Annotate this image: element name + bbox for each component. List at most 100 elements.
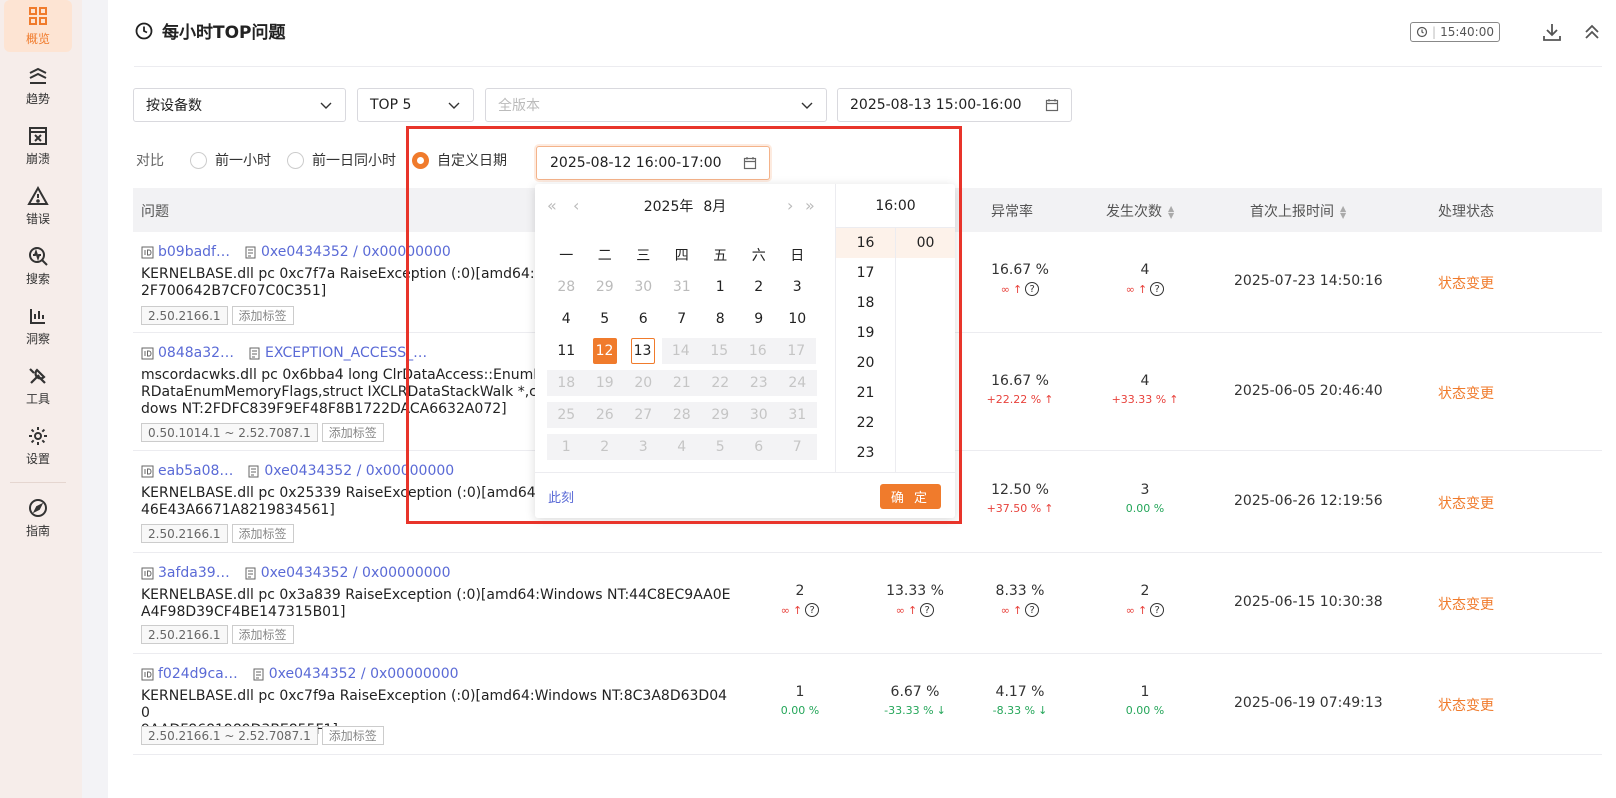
help-icon[interactable]: ?: [1150, 282, 1165, 296]
sidebar-item-overview[interactable]: 概览: [4, 0, 72, 52]
radio-prev-hour[interactable]: 前一小时: [190, 150, 271, 170]
prev-month-icon[interactable]: ‹: [573, 196, 579, 215]
sidebar-item-guide[interactable]: 指南: [4, 492, 72, 544]
minute-option-selected[interactable]: 00: [896, 228, 955, 258]
sidebar-item-search[interactable]: 搜索: [4, 240, 72, 292]
first-report-time: 2025-06-05 20:46:40: [1234, 383, 1383, 399]
day-cell[interactable]: 6: [624, 306, 663, 332]
help-icon[interactable]: ?: [1025, 603, 1040, 617]
day-cell[interactable]: 2: [740, 274, 779, 300]
status-change-link[interactable]: 状态变更: [1438, 594, 1494, 614]
hour-option[interactable]: 17: [836, 258, 895, 288]
radio-label: 自定义日期: [437, 153, 507, 169]
top-n-select[interactable]: TOP 5: [357, 88, 474, 122]
day-cell[interactable]: 1: [701, 274, 740, 300]
day-cell[interactable]: 4: [547, 306, 586, 332]
time-badge[interactable]: | 15:40:00: [1410, 22, 1500, 42]
add-tag-button[interactable]: 添加标签: [231, 524, 294, 543]
day-cell[interactable]: 8: [701, 306, 740, 332]
issue-code-link[interactable]: 0xe0434352 / 0x00000000: [261, 565, 451, 581]
hour-option-selected[interactable]: 16: [836, 228, 895, 258]
sort-icon[interactable]: ▲ ▼: [1168, 205, 1174, 220]
group-by-select[interactable]: 按设备数: [133, 88, 346, 122]
help-icon[interactable]: ?: [1025, 282, 1040, 296]
radio-custom-date[interactable]: 自定义日期: [412, 150, 507, 170]
day-cell-today[interactable]: 13: [630, 338, 655, 364]
issue-code-link[interactable]: 0xe0434352 / 0x00000000: [261, 244, 451, 260]
help-icon[interactable]: ?: [1150, 603, 1165, 617]
issue-id-link[interactable]: eab5a08…: [158, 463, 233, 479]
sidebar-divider: [10, 482, 66, 483]
date-range-input[interactable]: 2025-08-13 15:00-16:00: [837, 88, 1072, 122]
add-tag-button[interactable]: 添加标签: [231, 625, 294, 644]
status-change-link[interactable]: 状态变更: [1438, 493, 1494, 513]
issue-code-link[interactable]: EXCEPTION_ACCESS_…: [265, 345, 427, 361]
hour-option[interactable]: 20: [836, 348, 895, 378]
sidebar-item-tools[interactable]: 工具: [4, 360, 72, 412]
confirm-button[interactable]: 确 定: [880, 484, 941, 509]
next-month-icon[interactable]: ›: [787, 196, 793, 215]
issue-code-link[interactable]: 0xe0434352 / 0x00000000: [264, 463, 454, 479]
add-tag-button[interactable]: 添加标签: [321, 726, 384, 745]
day-cell[interactable]: 5: [586, 306, 625, 332]
sidebar-item-error[interactable]: 错误: [4, 180, 72, 232]
sidebar-item-crash[interactable]: 崩溃: [4, 120, 72, 172]
issue-title: 3afda39… 0xe0434352 / 0x00000000: [141, 565, 451, 581]
day-cell[interactable]: 10: [778, 306, 817, 332]
status-change-link[interactable]: 状态变更: [1438, 695, 1494, 715]
add-tag-button[interactable]: 添加标签: [231, 306, 294, 325]
day-cell[interactable]: 7: [663, 306, 702, 332]
collapse-icon[interactable]: [1580, 20, 1604, 44]
calendar-month[interactable]: 8月: [703, 196, 726, 216]
prev-year-icon[interactable]: «: [547, 196, 557, 215]
day-cell[interactable]: 29: [586, 274, 625, 300]
day-cell[interactable]: 11: [547, 338, 586, 364]
radio-prev-day-hour[interactable]: 前一日同小时: [287, 150, 396, 170]
header-first-report-label: 首次上报时间: [1250, 204, 1334, 220]
status-change-link[interactable]: 状态变更: [1438, 273, 1494, 293]
header-first-report[interactable]: 首次上报时间 ▲ ▼: [1250, 201, 1346, 221]
hour-option[interactable]: 23: [836, 438, 895, 468]
day-cell[interactable]: 31: [663, 274, 702, 300]
day-cell[interactable]: 9: [740, 306, 779, 332]
day-cell-disabled: 17: [777, 338, 816, 364]
issue-code-link[interactable]: 0xe0434352 / 0x00000000: [269, 666, 459, 682]
header-occurrences[interactable]: 发生次数 ▲ ▼: [1106, 201, 1174, 221]
sidebar-item-trend[interactable]: 趋势: [4, 60, 72, 112]
day-cell[interactable]: 30: [624, 274, 663, 300]
day-cell-disabled: 15: [700, 338, 739, 364]
hour-option[interactable]: 22: [836, 408, 895, 438]
tag-list: 0.50.1014.1 ~ 2.52.7087.1 添加标签: [141, 423, 384, 442]
hour-column[interactable]: 16 17 18 19 20 21 22 23: [835, 228, 895, 472]
add-tag-button[interactable]: 添加标签: [321, 423, 384, 442]
tag-list: 2.50.2166.1 添加标签: [141, 625, 294, 644]
issue-id-link[interactable]: 0848a32…: [158, 345, 234, 361]
trend-icon: [29, 67, 47, 84]
help-icon[interactable]: ?: [805, 603, 820, 617]
hour-option[interactable]: 19: [836, 318, 895, 348]
sidebar-item-settings[interactable]: 设置: [4, 420, 72, 472]
radio-dot[interactable]: [287, 151, 304, 169]
day-cell[interactable]: 28: [547, 274, 586, 300]
help-icon[interactable]: ?: [920, 603, 935, 617]
day-cell-disabled: 20: [624, 370, 663, 396]
minute-column[interactable]: 00: [895, 228, 955, 472]
now-link[interactable]: 此刻: [548, 487, 574, 506]
sidebar-item-insight[interactable]: 洞察: [4, 300, 72, 352]
hour-option[interactable]: 18: [836, 288, 895, 318]
download-icon[interactable]: [1540, 20, 1564, 44]
radio-dot[interactable]: [190, 151, 207, 169]
issue-id-link[interactable]: f024d9ca…: [158, 666, 238, 682]
day-cell-selected[interactable]: 12: [592, 338, 617, 364]
radio-dot-selected[interactable]: [412, 151, 429, 169]
sort-icon[interactable]: ▲ ▼: [1340, 205, 1346, 220]
next-year-icon[interactable]: »: [805, 196, 815, 215]
day-cell[interactable]: 3: [778, 274, 817, 300]
status-change-link[interactable]: 状态变更: [1438, 383, 1494, 403]
issue-id-link[interactable]: 3afda39…: [158, 565, 230, 581]
version-select[interactable]: 全版本: [485, 88, 827, 122]
hour-option[interactable]: 21: [836, 378, 895, 408]
custom-date-input[interactable]: 2025-08-12 16:00-17:00: [536, 146, 770, 180]
issue-id-link[interactable]: b09badf…: [158, 244, 230, 260]
calendar-year[interactable]: 2025年: [644, 196, 694, 216]
